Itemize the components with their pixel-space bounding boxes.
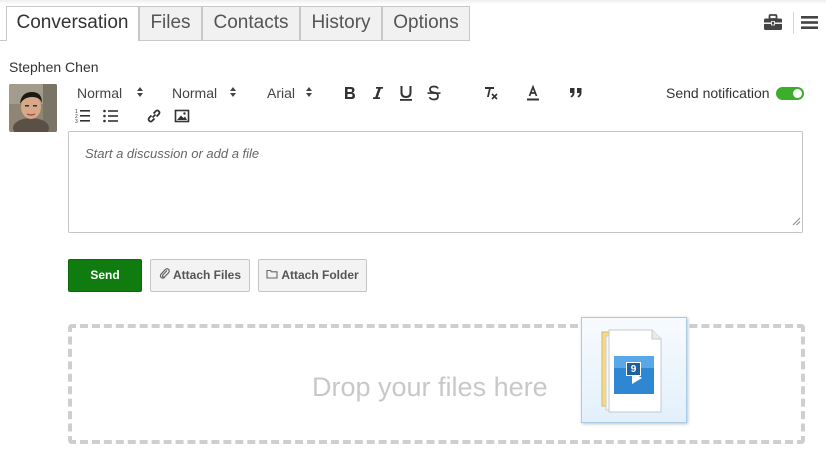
file-count-badge: 9 [626,362,641,376]
underline-icon[interactable] [397,84,415,102]
send-notification-label: Send notification [666,85,770,101]
size-select[interactable]: Normal [172,85,237,101]
attach-folder-label: Attach Folder [281,268,359,282]
bold-icon[interactable] [341,84,359,102]
tab-files[interactable]: Files [139,6,202,40]
user-name: Stephen Chen [9,59,99,75]
folder-icon [266,260,278,291]
attach-folder-button[interactable]: Attach Folder [258,259,367,292]
format-select-value: Normal [77,85,123,101]
dragged-files-preview: 9 [581,317,687,423]
clear-format-icon[interactable] [482,84,500,102]
top-shadow [0,0,826,4]
discussion-editor[interactable]: Start a discussion or add a file [68,131,803,233]
hamburger-menu-icon[interactable] [801,15,818,30]
italic-icon[interactable] [369,84,387,102]
editor-placeholder: Start a discussion or add a file [85,146,260,161]
svg-text:3: 3 [75,119,78,125]
font-color-icon[interactable] [524,84,542,102]
briefcase-icon[interactable] [763,14,783,31]
sort-arrows-icon [305,85,313,101]
strikethrough-icon[interactable] [425,84,443,102]
image-icon[interactable] [173,107,191,125]
paperclip-icon [159,260,170,291]
tab-contacts[interactable]: Contacts [202,6,300,40]
tab-history[interactable]: History [300,6,382,40]
sort-arrows-icon [136,85,144,101]
avatar [9,84,57,132]
blockquote-icon[interactable] [567,84,585,102]
format-select[interactable]: Normal [77,85,144,101]
toggle-knob [793,89,802,98]
file-drop-zone[interactable]: Drop your files here [68,324,805,444]
tab-bar: Conversation Files Contacts History Opti… [0,0,826,41]
resize-grip-icon[interactable] [792,213,801,231]
font-select[interactable]: Arial [267,85,313,101]
tab-conversation[interactable]: Conversation [6,6,139,41]
ordered-list-icon[interactable]: 123 [74,107,92,125]
link-icon[interactable] [145,107,163,125]
attach-files-button[interactable]: Attach Files [150,259,250,292]
send-notification-toggle[interactable] [776,87,804,100]
sort-arrows-icon [229,85,237,101]
send-button[interactable]: Send [68,259,142,292]
size-select-value: Normal [172,85,218,101]
font-select-value: Arial [267,85,296,101]
tab-options[interactable]: Options [382,6,470,40]
attach-files-label: Attach Files [172,268,241,282]
drop-zone-text: Drop your files here [312,372,548,402]
bullet-list-icon[interactable] [102,107,120,125]
header-divider [793,12,794,34]
